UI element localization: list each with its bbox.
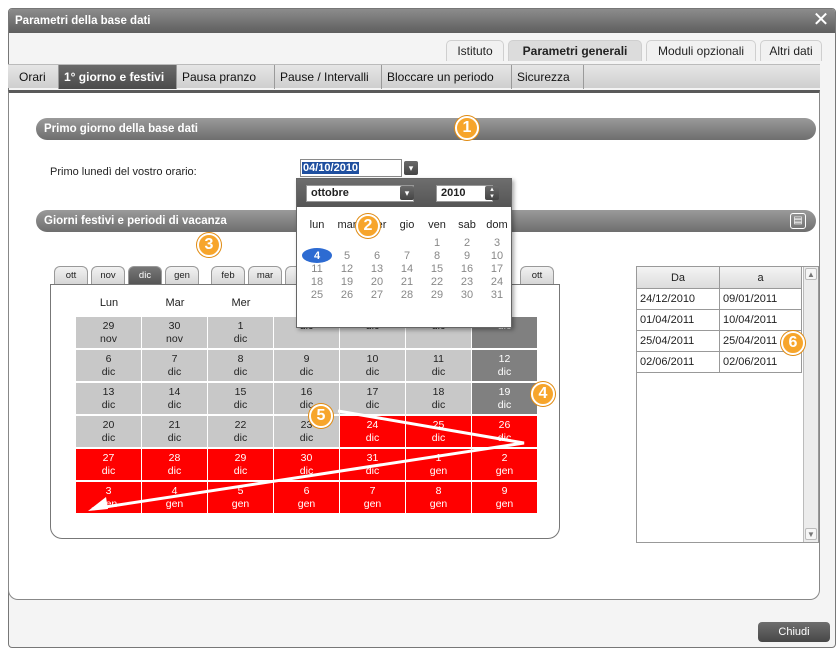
arrow-head-icon [88, 497, 108, 511]
selection-arrow [88, 409, 525, 511]
close-button[interactable]: Chiudi [758, 622, 830, 642]
arrow-path [91, 409, 525, 511]
